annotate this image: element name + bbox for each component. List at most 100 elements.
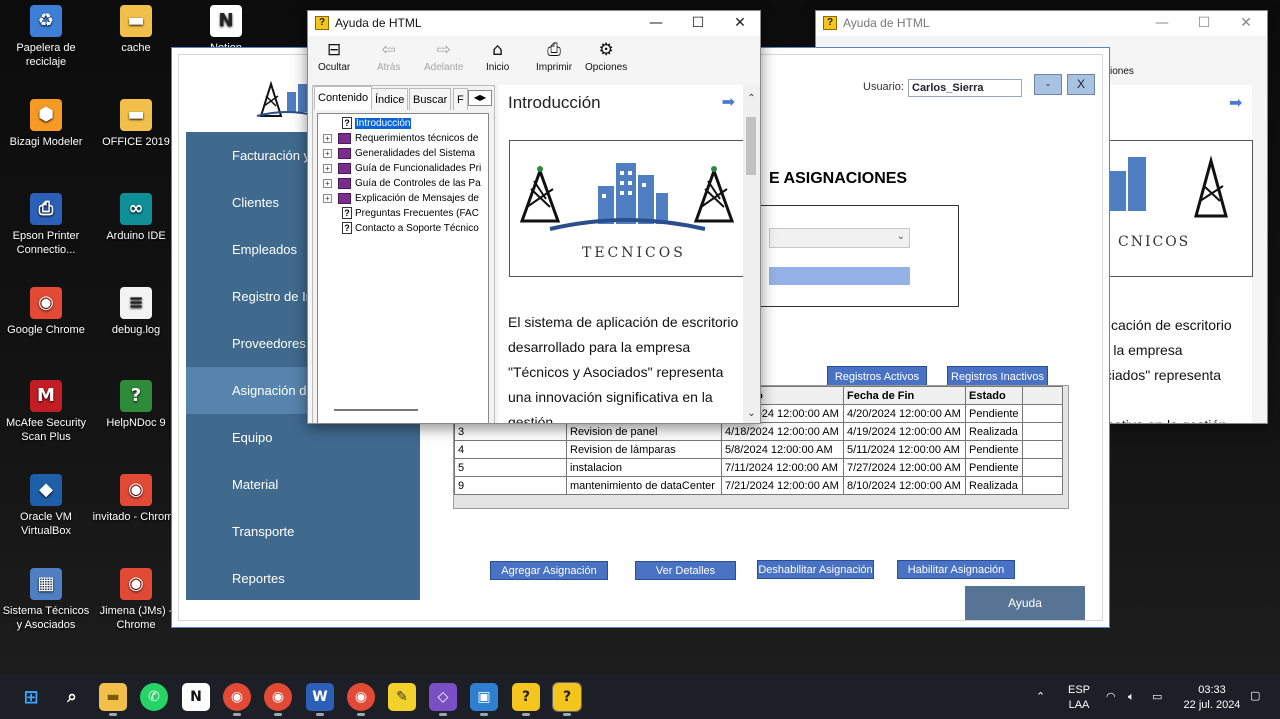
forward-arrow-icon[interactable]: ➡ [1229, 93, 1242, 112]
desktop-icon[interactable]: ∞ Arduino IDE [90, 193, 182, 243]
table-row[interactable]: 5 instalacion 7/11/2024 12:00:00 AM 7/27/20… [454, 458, 1063, 477]
help-window-front[interactable]: ? Ayuda de HTML — ☐ ✕ ⊟ Ocultar ⇦ Atrás ⇨ A… [307, 10, 761, 424]
notion-icon[interactable]: N [182, 683, 210, 711]
desktop-icon[interactable]: ◉ Jimena (JMs) - Chrome [90, 568, 182, 632]
chevron-up-icon[interactable]: ⌃ [1036, 689, 1045, 704]
tree-item-soporte[interactable]: ? Contacto a Soporte Técnico [318, 221, 488, 236]
desktop-icon[interactable]: M McAfee Security Scan Plus [0, 380, 92, 444]
tree-item-faq[interactable]: ? Preguntas Frecuentes (FAC [318, 206, 488, 221]
desktop-icon[interactable]: ▬ cache [90, 5, 182, 55]
file-explorer-icon[interactable]: ▬ [99, 683, 127, 716]
desktop-icon[interactable]: ◉ Google Chrome [0, 287, 92, 337]
help-taskbar-icon[interactable]: ? [512, 683, 540, 716]
tree-item-requerimientos[interactable]: + Requerimientos técnicos de [318, 131, 488, 146]
enable-assignment-button[interactable]: Habilitar Asignación [897, 560, 1015, 579]
battery-icon[interactable]: ▭ [1152, 689, 1162, 704]
tree-scrollbar[interactable] [334, 409, 418, 411]
minimize-icon[interactable]: — [635, 11, 677, 36]
table-row[interactable]: 3 Revision de panel 4/18/2024 12:00:00 AM 4… [454, 422, 1063, 441]
minimize-icon[interactable]: — [1141, 11, 1183, 36]
wifi-icon[interactable]: ◠ [1106, 689, 1116, 704]
tab-buscar[interactable]: Buscar [409, 88, 452, 110]
table-row[interactable]: 4 Revision de lámparas 5/8/2024 12:00:00 A… [454, 440, 1063, 459]
expand-icon[interactable]: + [323, 134, 332, 143]
tab-indice[interactable]: Índice [371, 88, 409, 110]
expand-icon[interactable]: + [323, 194, 332, 203]
logo-text: CNICOS [1118, 234, 1190, 250]
search-icon[interactable]: ⌕ [58, 683, 86, 711]
toolbar-opciones[interactable]: ⚙ Opciones [585, 40, 627, 73]
desktop-icon[interactable]: ▬ OFFICE 2019 [90, 99, 182, 149]
desktop-icon[interactable]: ◆ Oracle VM VirtualBox [0, 474, 92, 538]
help-back-logo: CNICOS [1095, 140, 1253, 277]
help-button[interactable]: Ayuda [965, 586, 1085, 620]
tree-item-generalidades[interactable]: + Generalidades del Sistema [318, 146, 488, 161]
clock[interactable]: 03:33 22 jul. 2024 [1180, 683, 1244, 713]
tab-registros-inactivos[interactable]: Registros Inactivos [947, 366, 1048, 386]
toolbar-atras[interactable]: ⇦ Atrás [377, 40, 400, 73]
desktop-icon[interactable]: ♻ Papelera de reciclaje [0, 5, 92, 69]
volume-icon[interactable]: 🔈︎ [1128, 689, 1135, 704]
scroll-down-icon[interactable]: ⌄ [745, 408, 758, 419]
expand-icon[interactable]: + [323, 179, 332, 188]
view-details-button[interactable]: Ver Detalles [635, 561, 736, 580]
help-back-titlebar[interactable]: ? Ayuda de HTML — ☐ ✕ [816, 11, 1267, 36]
help-taskbar-icon[interactable]: ? [552, 682, 582, 716]
maximize-icon[interactable]: ☐ [1183, 11, 1225, 36]
toolbar-adelante[interactable]: ⇨ Adelante [424, 40, 463, 73]
help-titlebar[interactable]: ? Ayuda de HTML — ☐ ✕ [308, 11, 760, 36]
chrome-icon[interactable]: ◉ [223, 683, 251, 716]
help-tree[interactable]: ? Introducción + Requerimientos técnicos d… [317, 113, 489, 423]
whatsapp-icon[interactable]: ✆ [140, 683, 168, 711]
filter-bar[interactable] [769, 267, 910, 285]
tree-item-introduccion[interactable]: ? Introducción [318, 116, 488, 131]
desktop-icon[interactable]: ? HelpNDoc 9 [90, 380, 182, 430]
app-close-button[interactable]: X [1067, 74, 1095, 95]
desktop-icon[interactable]: ▦ Sistema Técnicos y Asociados [0, 568, 92, 632]
tree-item-controles[interactable]: + Guía de Controles de las Pa [318, 176, 488, 191]
word-icon[interactable]: W [306, 683, 334, 716]
desktop-icon[interactable]: ⬢ Bizagi Modeler [0, 99, 92, 149]
add-assignment-button[interactable]: Agregar Asignación [490, 561, 608, 580]
app-minimize-button[interactable]: - [1034, 74, 1062, 95]
toolbar-imprimir[interactable]: ⎙ Imprimir [536, 40, 572, 73]
sidebar-item-material[interactable]: Material [186, 461, 420, 508]
maximize-icon[interactable]: ☐ [677, 11, 719, 36]
help-vscrollbar[interactable]: ⌃ ⌄ [743, 85, 760, 423]
tab-contenido[interactable]: Contenido [314, 86, 373, 110]
desktop-icon-label: Papelera de reciclaje [16, 42, 76, 68]
grid-header[interactable]: Fecha de Fin [843, 386, 966, 405]
scroll-up-icon[interactable]: ⌃ [745, 93, 758, 104]
sidebar-item-reportes[interactable]: Reportes [186, 555, 420, 602]
chrome-icon[interactable]: ◉ [347, 683, 375, 716]
language-indicator[interactable]: ESP LAA [1062, 683, 1096, 713]
desktop-icon[interactable]: ◉ invitado - Chrome [90, 474, 182, 524]
chrome-icon[interactable]: ◉ [264, 683, 292, 716]
desktop-icon[interactable]: ≡ debug.log [90, 287, 182, 337]
expand-icon[interactable]: + [323, 149, 332, 158]
desktop-icon[interactable]: ⎙ Epson Printer Connectio... [0, 193, 92, 257]
scroll-thumb[interactable] [746, 117, 756, 175]
sidebar-item-transporte[interactable]: Transporte [186, 508, 420, 555]
user-field[interactable]: Carlos_Sierra [908, 79, 1022, 97]
start-icon[interactable]: ⊞ [17, 683, 45, 711]
tab-scroll-icon[interactable]: ◀▶ [468, 90, 492, 106]
tree-item-funcionalidades[interactable]: + Guía de Funcionalidades Pri [318, 161, 488, 176]
sticky-notes-icon[interactable]: ✎ [388, 683, 416, 711]
tab-registros-activos[interactable]: Registros Activos [827, 366, 927, 386]
tab-favoritos[interactable]: F [453, 88, 468, 110]
toolbar-ocultar[interactable]: ⊟ Ocultar [318, 40, 350, 73]
notification-icon[interactable]: ▢ [1250, 688, 1260, 703]
app-window-icon[interactable]: ▣ [470, 683, 498, 716]
toolbar-inicio[interactable]: ⌂ Inicio [486, 40, 509, 73]
table-row[interactable]: 9 mantenimiento de dataCenter 7/21/2024 12… [454, 476, 1063, 495]
visual-studio-icon[interactable]: ◇ [429, 683, 457, 716]
grid-header[interactable]: Estado [965, 386, 1023, 405]
expand-icon[interactable]: + [323, 164, 332, 173]
filter-combo[interactable]: ⌄ [769, 228, 910, 248]
close-icon[interactable]: ✕ [719, 11, 760, 36]
close-icon[interactable]: ✕ [1225, 11, 1267, 36]
tree-item-mensajes[interactable]: + Explicación de Mensajes de [318, 191, 488, 206]
disable-assignment-button[interactable]: Deshabilitar Asignación [757, 560, 874, 579]
forward-arrow-icon[interactable]: ➡ [722, 85, 735, 120]
